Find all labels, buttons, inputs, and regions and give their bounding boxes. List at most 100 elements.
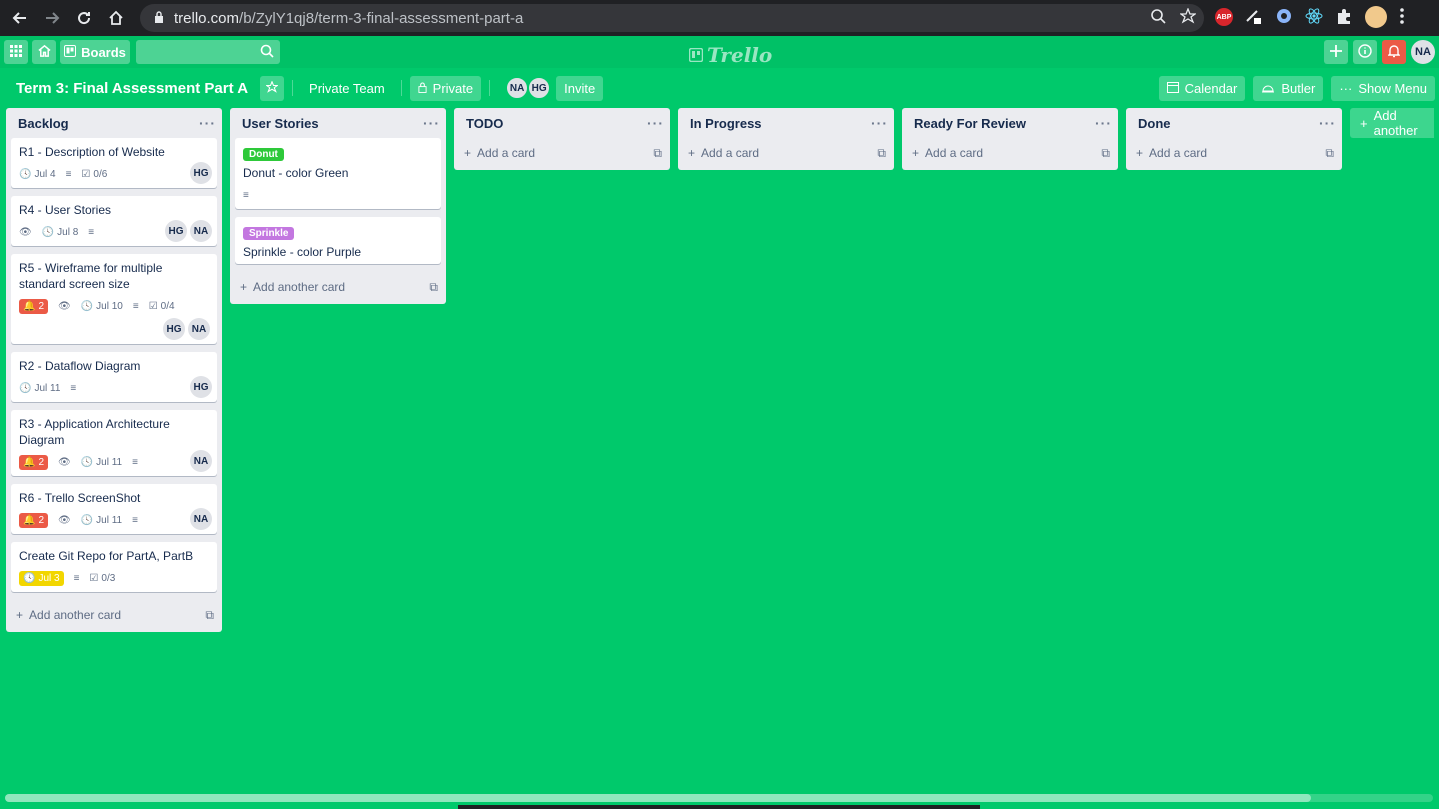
profile-avatar-icon[interactable] xyxy=(1365,6,1387,28)
card[interactable]: Sprinkle Sprinkle - color Purple xyxy=(235,217,441,264)
kebab-menu-icon[interactable] xyxy=(1399,7,1405,28)
search-input[interactable] xyxy=(136,40,280,64)
add-card-button[interactable]: + Add a card ⧉ xyxy=(1126,138,1342,168)
trello-logo[interactable]: Trello xyxy=(688,43,772,67)
visibility-button[interactable]: Private xyxy=(409,75,482,101)
apps-grid-button[interactable] xyxy=(4,40,28,64)
due-date-badge: 🕓 Jul 4 xyxy=(19,169,56,180)
address-bar[interactable]: trello.com/b/ZylY1qj8/term-3-final-asses… xyxy=(140,4,1204,32)
card-member-avatar[interactable]: NA xyxy=(188,318,210,340)
divider xyxy=(400,80,402,96)
bottom-strip xyxy=(458,805,980,809)
star-icon xyxy=(265,79,279,96)
butler-button[interactable]: Butler xyxy=(1253,76,1324,101)
member-avatar[interactable]: NA xyxy=(506,77,529,99)
list-title[interactable]: Backlog xyxy=(18,116,69,131)
pen-extension-icon[interactable] xyxy=(1245,7,1263,28)
card[interactable]: R2 - Dataflow Diagram 🕓 Jul 11 ≡ HG xyxy=(11,352,217,402)
card[interactable]: R3 - Application Architecture Diagram 🔔 2… xyxy=(11,410,217,476)
due-date-badge: 🕓 Jul 11 xyxy=(81,457,122,468)
board-title[interactable]: Term 3: Final Assessment Part A xyxy=(8,72,256,104)
alert-count: 2 xyxy=(38,300,45,312)
add-card-button[interactable]: + Add another card ⧉ xyxy=(230,272,446,302)
list-menu-icon[interactable]: ··· xyxy=(1095,115,1112,131)
create-button[interactable] xyxy=(1324,40,1348,64)
card-title: R5 - Wireframe for multiple standard scr… xyxy=(19,261,163,291)
scrollbar-thumb[interactable] xyxy=(5,794,1311,802)
show-menu-button[interactable]: ··· Show Menu xyxy=(1331,76,1435,101)
eye-icon: 👁 xyxy=(58,456,71,468)
notifications-button[interactable] xyxy=(1382,40,1406,64)
add-card-button[interactable]: + Add a card ⧉ xyxy=(902,138,1118,168)
info-button[interactable] xyxy=(1353,40,1377,64)
card-member-avatar[interactable]: HG xyxy=(190,162,212,184)
card-member-avatar[interactable]: HG xyxy=(190,376,212,398)
card-member-avatar[interactable]: NA xyxy=(190,508,212,530)
puzzle-extensions-icon[interactable] xyxy=(1335,7,1353,28)
star-board-button[interactable] xyxy=(260,75,285,101)
circle-extension-icon[interactable] xyxy=(1275,7,1293,28)
due-date-text: Jul 11 xyxy=(96,456,123,468)
list-title[interactable]: Done xyxy=(1138,116,1171,131)
calendar-button[interactable]: Calendar xyxy=(1158,76,1246,101)
card[interactable]: Donut Donut - color Green ≡ xyxy=(235,138,441,209)
clock-icon: 🕓 xyxy=(19,382,32,394)
adblock-icon[interactable]: ABP xyxy=(1215,8,1233,26)
card-template-icon[interactable]: ⧉ xyxy=(429,280,438,295)
card-member-avatar[interactable]: HG xyxy=(163,318,185,340)
list-menu-icon[interactable]: ··· xyxy=(423,115,440,131)
card-template-icon[interactable]: ⧉ xyxy=(653,146,662,161)
invite-button[interactable]: Invite xyxy=(556,75,604,101)
card-member-avatar[interactable]: NA xyxy=(190,220,212,242)
home-button[interactable] xyxy=(32,40,56,64)
reload-icon[interactable] xyxy=(72,6,96,30)
card[interactable]: R1 - Description of Website 🕓 Jul 4 ≡ ☑ 0/… xyxy=(11,138,217,188)
list-title[interactable]: In Progress xyxy=(690,116,762,131)
card-title: R1 - Description of Website xyxy=(19,145,165,159)
home-icon[interactable] xyxy=(104,6,128,30)
card-template-icon[interactable]: ⧉ xyxy=(1101,146,1110,161)
add-card-button[interactable]: + Add a card ⧉ xyxy=(678,138,894,168)
add-card-label: Add a card xyxy=(925,146,984,160)
user-avatar[interactable]: NA xyxy=(1411,40,1435,64)
bookmark-star-icon[interactable] xyxy=(1179,7,1197,28)
card[interactable]: R6 - Trello ScreenShot 🔔 2 👁 🕓 Jul 11 ≡ NA xyxy=(11,484,217,534)
forward-icon[interactable] xyxy=(40,6,64,30)
list-title[interactable]: TODO xyxy=(466,116,503,131)
card[interactable]: Create Git Repo for PartA, PartB 🕓 Jul 3 … xyxy=(11,542,217,592)
lock-icon xyxy=(154,10,164,27)
react-devtools-icon[interactable] xyxy=(1305,7,1323,28)
member-avatar[interactable]: HG xyxy=(528,77,551,99)
team-button[interactable]: Private Team xyxy=(301,76,393,101)
due-date-text: Jul 4 xyxy=(34,168,56,180)
checklist-badge: ☑ 0/6 xyxy=(81,169,107,180)
boards-button[interactable]: Boards xyxy=(60,40,130,64)
add-card-button[interactable]: + Add another card ⧉ xyxy=(6,600,222,630)
card-member-avatar[interactable]: NA xyxy=(190,450,212,472)
card[interactable]: R5 - Wireframe for multiple standard scr… xyxy=(11,254,217,344)
card-template-icon[interactable]: ⧉ xyxy=(205,608,214,623)
add-card-button[interactable]: + Add a card ⧉ xyxy=(454,138,670,168)
divider xyxy=(489,80,491,96)
eye-icon: 👁 xyxy=(58,300,71,312)
list-backlog: Backlog ··· R1 - Description of Website 🕓… xyxy=(6,108,222,632)
list-menu-icon[interactable]: ··· xyxy=(199,115,216,131)
list-title[interactable]: User Stories xyxy=(242,116,319,131)
alert-count: 2 xyxy=(38,456,45,468)
list-menu-icon[interactable]: ··· xyxy=(1319,115,1336,131)
horizontal-scrollbar[interactable] xyxy=(5,794,1433,802)
zoom-icon[interactable] xyxy=(1150,8,1166,28)
plus-icon: + xyxy=(240,280,248,294)
list-menu-icon[interactable]: ··· xyxy=(871,115,888,131)
list-menu-icon[interactable]: ··· xyxy=(647,115,664,131)
card[interactable]: R4 - User Stories 👁 🕓 Jul 8 ≡ HG NA xyxy=(11,196,217,246)
card-member-avatar[interactable]: HG xyxy=(165,220,187,242)
add-list-button[interactable]: + Add another xyxy=(1350,108,1434,138)
description-icon: ≡ xyxy=(65,168,72,180)
list-todo: TODO ··· + Add a card ⧉ xyxy=(454,108,670,170)
back-icon[interactable] xyxy=(8,6,32,30)
add-card-label: Add another card xyxy=(29,608,122,622)
list-title[interactable]: Ready For Review xyxy=(914,116,1026,131)
card-template-icon[interactable]: ⧉ xyxy=(877,146,886,161)
card-template-icon[interactable]: ⧉ xyxy=(1325,146,1334,161)
